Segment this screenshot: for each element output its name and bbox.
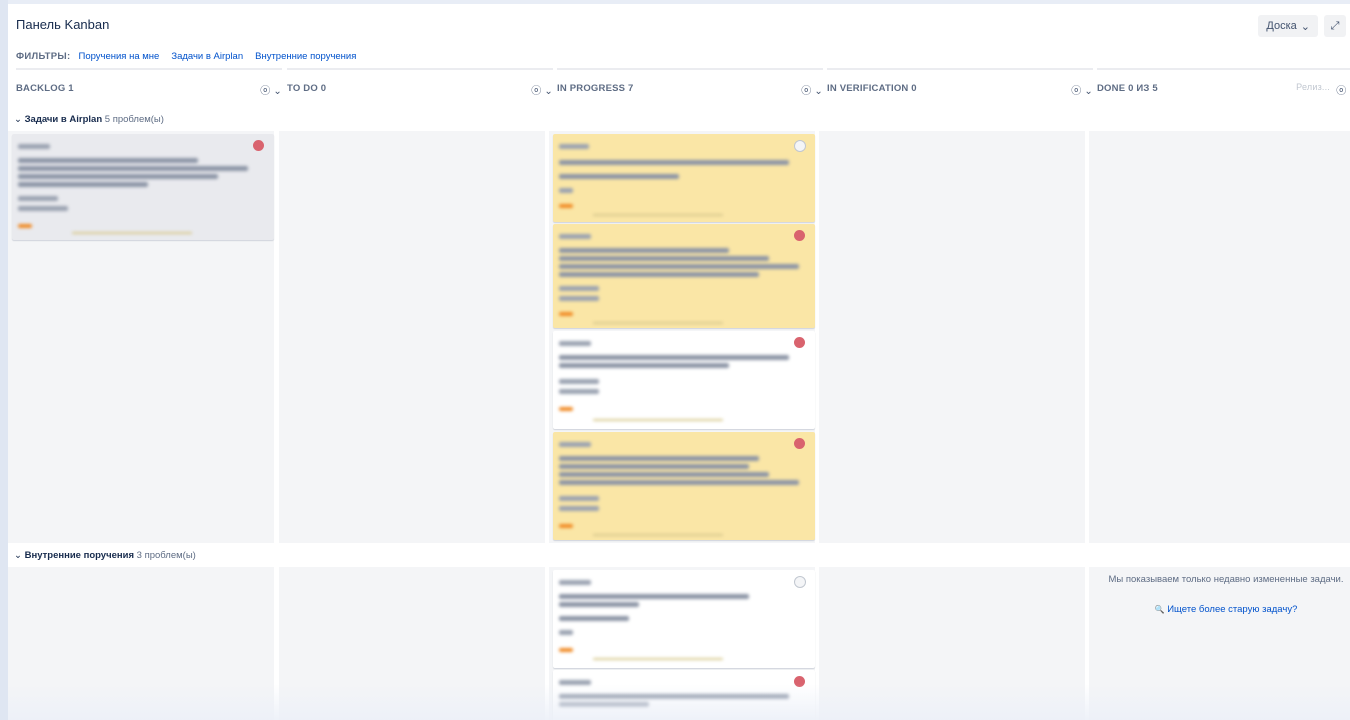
column-name: IN PROGRESS 7 [557,83,634,94]
top-strip [8,0,1350,4]
priority-icon [794,230,805,241]
filter-internal-assignments[interactable]: Внутренние поручения [255,51,356,62]
column-menu-icon[interactable]: ⓞ ⌄ [1071,82,1093,97]
column-name: IN VERIFICATION 0 [827,83,917,94]
column-name: BACKLOG 1 [16,83,74,94]
column-header-done: DONE 0 ИЗ 5 Релиз... ⓞ ⌄ [1097,68,1350,106]
issue-card[interactable] [553,134,815,222]
blurred-card-content [12,134,274,240]
column-headers: BACKLOG 1 ⓞ ⌄ TO DO 0 ⓞ ⌄ IN PROGRESS 7 … [8,68,1350,104]
swimlane-name: Задачи в Airplan [24,114,103,125]
blurred-card-content [553,331,815,429]
column-menu-icon[interactable]: ⓞ ⌄ [260,82,282,97]
kanban-page: Панель Kanban Доска ⌄ ⤢ ФИЛЬТРЫ: Поручен… [8,0,1350,720]
bottom-fade [8,684,1350,720]
issue-card[interactable] [553,570,815,668]
quick-filters: ФИЛЬТРЫ: Поручения на мне Задачи в Airpl… [16,51,356,62]
avatar-placeholder-icon [794,140,806,152]
column-header-in-verification: IN VERIFICATION 0 ⓞ ⌄ [827,68,1093,106]
chevron-down-icon: ⌄ [1300,20,1310,33]
column-cell [1089,131,1350,543]
filter-airplan-tasks[interactable]: Задачи в Airplan [171,51,243,62]
swimlane-header-airplan[interactable]: ⌄ Задачи в Airplan 5 проблем(ы) [14,114,164,125]
release-link[interactable]: Релиз... [1296,82,1330,92]
blurred-card-content [553,432,815,540]
issue-card[interactable] [12,134,274,240]
swimlane-count: 3 проблем(ы) [136,550,196,561]
top-actions: Доска ⌄ ⤢ [1258,15,1346,37]
board-button-label: Доска [1266,20,1297,32]
search-icon: 🔍 [1154,605,1165,614]
expand-icon[interactable]: ⤢ [1324,15,1346,37]
blurred-card-content [553,224,815,328]
issue-card[interactable] [553,224,815,328]
older-task-link[interactable]: 🔍 Ищете более старую задачу? [1100,604,1350,615]
swimlane-count: 5 проблем(ы) [104,114,164,125]
filters-label: ФИЛЬТРЫ: [16,51,71,62]
column-cell [279,131,545,543]
swimlane-toggle-icon[interactable]: ⌄ [14,114,22,125]
column-menu-icon[interactable]: ⓞ ⌄ [531,82,553,97]
page-title: Панель Kanban [16,17,110,32]
column-cell [819,131,1085,543]
issue-card[interactable] [553,331,815,429]
column-name: TO DO 0 [287,83,327,94]
issue-card[interactable] [553,432,815,540]
blurred-card-content [553,134,815,222]
column-header-backlog: BACKLOG 1 ⓞ ⌄ [16,68,282,106]
priority-icon [794,438,805,449]
column-header-in-progress: IN PROGRESS 7 ⓞ ⌄ [557,68,823,106]
done-column-note: Мы показываем только недавно измененные … [1108,574,1344,585]
priority-icon [794,337,805,348]
avatar-placeholder-icon [794,576,806,588]
board-dropdown-button[interactable]: Доска ⌄ [1258,15,1318,37]
priority-icon [253,140,264,151]
swimlane-name: Внутренние поручения [24,550,135,561]
column-name: DONE 0 ИЗ 5 [1097,83,1158,94]
swimlane-header-internal[interactable]: ⌄ Внутренние поручения 3 проблем(ы) [14,550,196,561]
filter-my-assignments[interactable]: Поручения на мне [78,51,159,62]
blurred-card-content [553,570,815,668]
column-menu-icon[interactable]: ⓞ ⌄ [801,82,823,97]
column-menu-icon[interactable]: ⓞ ⌄ [1336,82,1350,97]
column-header-todo: TO DO 0 ⓞ ⌄ [287,68,553,106]
swimlane-toggle-icon[interactable]: ⌄ [14,550,22,561]
older-task-link-label: Ищете более старую задачу? [1167,604,1298,615]
